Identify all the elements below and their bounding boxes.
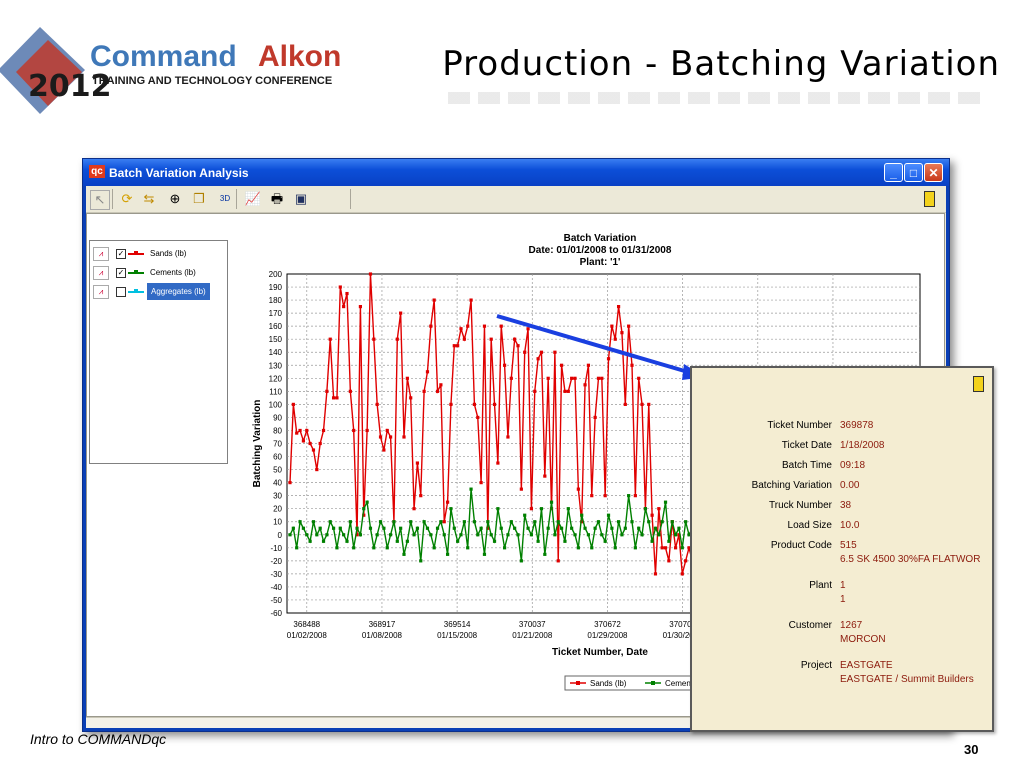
- detail-value: 10.0: [840, 520, 860, 531]
- detail-value: 515: [840, 540, 857, 551]
- detail-label: Customer: [788, 620, 832, 631]
- detail-label: Batch Time: [781, 460, 832, 471]
- detail-value: 09:18: [840, 460, 866, 471]
- detail-label: Ticket Number: [767, 420, 832, 431]
- detail-value: 1267: [840, 620, 863, 631]
- detail-label: Ticket Date: [781, 440, 832, 451]
- detail-value: 1/18/2008: [840, 440, 885, 451]
- detail-value: MORCON: [840, 634, 886, 645]
- detail-value: 6.5 SK 4500 30%FA FLATWOR: [840, 554, 981, 565]
- detail-value: 0.00: [840, 480, 860, 491]
- detail-label: Truck Number: [769, 500, 832, 511]
- detail-label: Project: [800, 660, 832, 671]
- detail-value: 38: [840, 500, 852, 511]
- page-number: 30: [964, 742, 979, 757]
- detail-label: Plant: [809, 580, 832, 591]
- detail-label: Load Size: [787, 520, 832, 531]
- footer-text: Intro to COMMANDqc: [30, 731, 167, 747]
- detail-label: Batching Variation: [751, 480, 832, 491]
- detail-value: 1: [840, 594, 846, 605]
- ticket-detail-popup: Ticket Number 369878 Ticket Date 1/18/2008 B…: [690, 366, 994, 732]
- detail-value: EASTGATE: [840, 660, 893, 671]
- detail-value: 369878: [840, 420, 874, 431]
- detail-value: EASTGATE / Summit Builders: [840, 674, 974, 685]
- detail-value: 1: [840, 580, 846, 591]
- detail-label: Product Code: [770, 540, 832, 551]
- popup-exit-icon[interactable]: [973, 376, 984, 392]
